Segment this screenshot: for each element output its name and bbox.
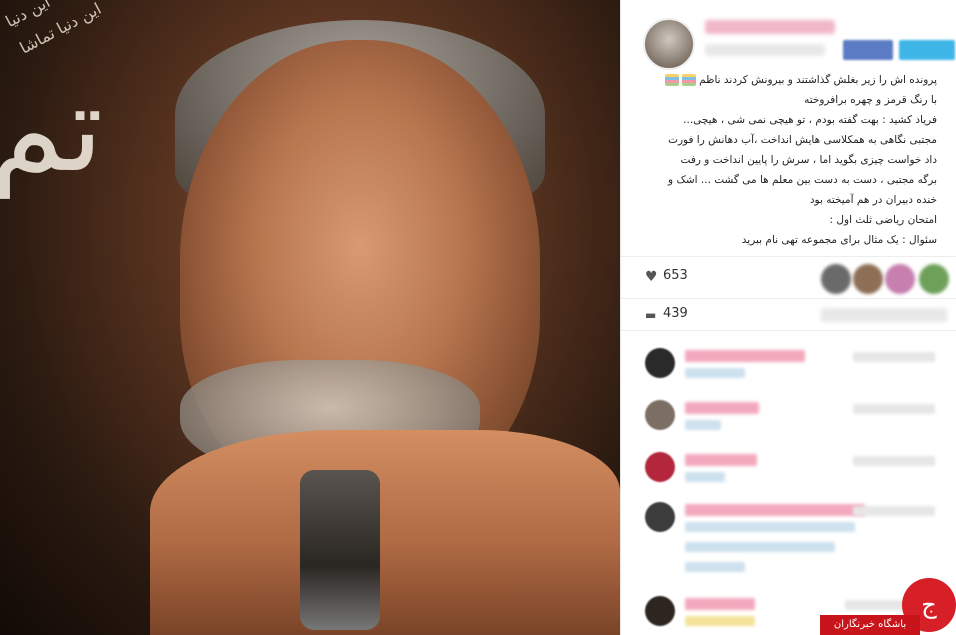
caption-line: برگه مجتبی ، دست به دست بین معلم ها می گ… <box>668 174 937 186</box>
post-photo[interactable]: این دنیا این دنیا تماشا تم <box>0 0 620 635</box>
comment-text-blurred <box>685 616 755 626</box>
comment-time-blurred <box>853 404 935 414</box>
show-comments-link-blurred[interactable] <box>821 308 947 322</box>
caption-line: با رنگ قرمز و چهره برافروخته <box>804 94 937 106</box>
caption-line: مجتبی نگاهی به همکلاسی هایش انداخت ،آب د… <box>668 134 937 146</box>
commenter-avatar[interactable] <box>645 596 675 626</box>
publisher-label: باشگاه خبرنگاران <box>820 615 920 635</box>
liker-avatar[interactable] <box>821 264 851 294</box>
post-header <box>621 0 956 70</box>
publisher-badge: ج باشگاه خبرنگاران <box>820 578 956 635</box>
emoji-icon <box>662 70 696 90</box>
comment-time-blurred <box>853 352 935 362</box>
post-panel: پرونده اش را زیر بغلش گذاشتند و بیرونش ک… <box>620 0 956 635</box>
heart-icon[interactable]: ♥ <box>645 270 659 284</box>
commenter-avatar[interactable] <box>645 400 675 430</box>
commenter-name-blurred[interactable] <box>685 504 865 516</box>
comment-text-blurred <box>685 368 745 378</box>
commenter-name-blurred[interactable] <box>685 454 757 466</box>
facebook-share-button[interactable] <box>843 40 893 60</box>
twitter-share-button[interactable] <box>899 40 955 60</box>
divider <box>621 330 956 331</box>
profile-avatar[interactable] <box>643 18 695 70</box>
commenter-avatar[interactable] <box>645 452 675 482</box>
divider <box>621 256 956 257</box>
comment-text-blurred <box>685 562 745 572</box>
commenter-name-blurred[interactable] <box>685 402 759 414</box>
caption-line: سئوال : یک مثال برای مجموعه تهی نام ببری… <box>741 234 937 246</box>
profile-subline-blurred <box>705 44 825 56</box>
commenter-avatar[interactable] <box>645 502 675 532</box>
comment-text-blurred <box>685 542 835 552</box>
comment-icon[interactable]: ▬ <box>645 308 659 322</box>
commenter-name-blurred[interactable] <box>685 598 755 610</box>
post-caption: پرونده اش را زیر بغلش گذاشتند و بیرونش ک… <box>631 70 937 250</box>
comments-row[interactable]: ▬ 439 <box>621 302 956 328</box>
calligraphy-glyph: تم <box>0 60 104 199</box>
caption-line: پرونده اش را زیر بغلش گذاشتند و بیرونش ک… <box>631 70 937 90</box>
likes-row[interactable]: ♥ 653 <box>621 262 956 296</box>
photo-watch <box>300 470 380 630</box>
caption-line: امتحان ریاضی ثلث اول : <box>829 214 937 226</box>
photo-arms <box>150 430 620 635</box>
like-count: 653 <box>663 268 688 283</box>
commenter-name-blurred[interactable] <box>685 350 805 362</box>
caption-line: داد خواست چیزی بگوید اما ، سرش را پایین … <box>680 154 937 166</box>
comment-time-blurred <box>853 506 935 516</box>
comment-text-blurred <box>685 522 855 532</box>
liker-avatar[interactable] <box>853 264 883 294</box>
caption-line: خنده دبیران در هم آمیخته بود <box>809 194 937 206</box>
liker-avatar[interactable] <box>885 264 915 294</box>
divider <box>621 298 956 299</box>
comment-count: 439 <box>663 306 688 321</box>
comment-time-blurred <box>853 456 935 466</box>
caption-line: فریاد کشید : بهت گفته بودم ، تو هیچی نمی… <box>683 114 937 126</box>
commenter-avatar[interactable] <box>645 348 675 378</box>
liker-avatar[interactable] <box>919 264 949 294</box>
comment-text-blurred <box>685 420 721 430</box>
profile-username-blurred[interactable] <box>705 20 835 34</box>
comment-text-blurred <box>685 472 725 482</box>
